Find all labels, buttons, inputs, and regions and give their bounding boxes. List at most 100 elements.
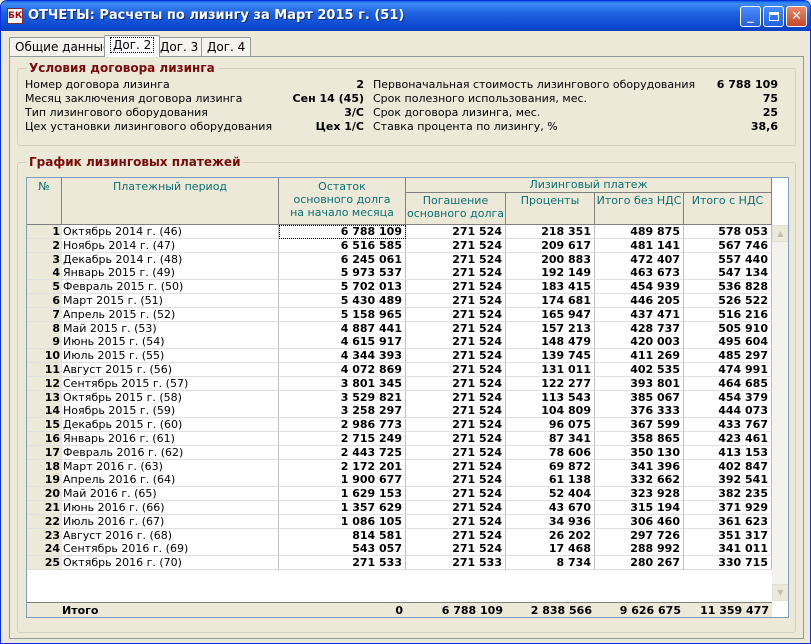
tab-contract-3[interactable]: Дог. 3: [154, 37, 205, 56]
row-total-no-vat[interactable]: 446 205: [595, 294, 684, 308]
row-repayment[interactable]: 271 524: [406, 487, 506, 502]
row-balance[interactable]: 5 430 489: [279, 294, 406, 308]
row-interest[interactable]: 165 947: [506, 307, 595, 322]
table-row[interactable]: 25 Октябрь 2016 г. (70) 271 533 271 533 8 73…: [27, 556, 772, 571]
row-total-vat[interactable]: 413 153: [684, 445, 772, 460]
table-row[interactable]: 4 Январь 2015 г. (49) 5 973 537 271 524 192 …: [27, 266, 772, 281]
header-num[interactable]: №: [27, 178, 62, 225]
row-balance[interactable]: 5 973 537: [279, 266, 406, 281]
row-repayment[interactable]: 271 524: [406, 321, 506, 336]
row-balance[interactable]: 3 801 345: [279, 376, 406, 391]
payment-grid[interactable]: № Платежный период Остаток основного дол…: [26, 177, 789, 618]
row-total-vat[interactable]: 382 235: [684, 487, 772, 502]
row-total-no-vat[interactable]: 489 875: [595, 225, 684, 239]
row-total-vat[interactable]: 557 440: [684, 252, 772, 267]
row-total-no-vat[interactable]: 332 662: [595, 473, 684, 488]
table-row[interactable]: 3 Декабрь 2014 г. (48) 6 245 061 271 524 200…: [27, 252, 772, 267]
row-interest[interactable]: 87 341: [506, 432, 595, 446]
table-row[interactable]: 12 Сентябрь 2015 г. (57) 3 801 345 271 524 1…: [27, 376, 772, 391]
table-row[interactable]: 14 Ноябрь 2015 г. (59) 3 258 297 271 524 104…: [27, 404, 772, 419]
tab-contract-4[interactable]: Дог. 4: [201, 37, 252, 56]
row-interest[interactable]: 43 670: [506, 501, 595, 515]
row-repayment[interactable]: 271 524: [406, 238, 506, 253]
scroll-down-button[interactable]: ▼: [772, 584, 788, 601]
row-total-vat[interactable]: 444 073: [684, 404, 772, 419]
header-interest[interactable]: Проценты: [506, 193, 595, 225]
table-row[interactable]: 19 Апрель 2016 г. (64) 1 900 677 271 524 61 …: [27, 473, 772, 488]
row-balance[interactable]: 4 072 869: [279, 363, 406, 377]
row-repayment[interactable]: 271 524: [406, 335, 506, 350]
row-repayment[interactable]: 271 524: [406, 432, 506, 446]
row-balance[interactable]: 4 615 917: [279, 335, 406, 350]
row-repayment[interactable]: 271 533: [406, 556, 506, 571]
row-total-no-vat[interactable]: 472 407: [595, 252, 684, 267]
row-interest[interactable]: 122 277: [506, 376, 595, 391]
row-total-vat[interactable]: 536 828: [684, 280, 772, 295]
row-interest[interactable]: 61 138: [506, 473, 595, 488]
row-total-vat[interactable]: 402 847: [684, 459, 772, 474]
table-row[interactable]: 22 Июль 2016 г. (67) 1 086 105 271 524 34 93…: [27, 514, 772, 529]
row-interest[interactable]: 104 809: [506, 404, 595, 419]
maximize-button[interactable]: [763, 6, 784, 27]
header-balance[interactable]: Остаток основного долга на начало месяца: [279, 178, 406, 225]
row-interest[interactable]: 183 415: [506, 280, 595, 295]
table-row[interactable]: 6 Март 2015 г. (51) 5 430 489 271 524 174 68…: [27, 294, 772, 308]
row-balance[interactable]: 271 533: [279, 556, 406, 571]
row-balance[interactable]: 1 629 153: [279, 487, 406, 502]
table-row[interactable]: 11 Август 2015 г. (56) 4 072 869 271 524 131…: [27, 363, 772, 377]
row-total-no-vat[interactable]: 367 599: [595, 418, 684, 433]
row-balance[interactable]: 3 529 821: [279, 390, 406, 405]
row-repayment[interactable]: 271 524: [406, 376, 506, 391]
row-repayment[interactable]: 271 524: [406, 363, 506, 377]
row-repayment[interactable]: 271 524: [406, 280, 506, 295]
row-total-vat[interactable]: 505 910: [684, 321, 772, 336]
row-repayment[interactable]: 271 524: [406, 349, 506, 364]
row-repayment[interactable]: 271 524: [406, 294, 506, 308]
row-total-no-vat[interactable]: 297 726: [595, 528, 684, 543]
row-interest[interactable]: 200 883: [506, 252, 595, 267]
tab-general[interactable]: Общие данные: [9, 37, 117, 56]
row-repayment[interactable]: 271 524: [406, 390, 506, 405]
row-interest[interactable]: 17 468: [506, 542, 595, 557]
row-balance[interactable]: 4 887 441: [279, 321, 406, 336]
row-interest[interactable]: 26 202: [506, 528, 595, 543]
header-repayment[interactable]: Погашение основного долга: [406, 193, 506, 225]
row-total-vat[interactable]: 567 746: [684, 238, 772, 253]
row-balance[interactable]: 1 086 105: [279, 514, 406, 529]
row-interest[interactable]: 69 872: [506, 459, 595, 474]
row-repayment[interactable]: 271 524: [406, 266, 506, 281]
header-total-vat[interactable]: Итого с НДС: [684, 193, 772, 225]
table-row[interactable]: 10 Июль 2015 г. (55) 4 344 393 271 524 139 7…: [27, 349, 772, 364]
header-total-no-vat[interactable]: Итого без НДС: [595, 193, 684, 225]
row-total-no-vat[interactable]: 481 141: [595, 238, 684, 253]
row-interest[interactable]: 52 404: [506, 487, 595, 502]
row-total-vat[interactable]: 454 379: [684, 390, 772, 405]
row-total-no-vat[interactable]: 411 269: [595, 349, 684, 364]
row-total-vat[interactable]: 361 623: [684, 514, 772, 529]
row-total-no-vat[interactable]: 428 737: [595, 321, 684, 336]
row-total-no-vat[interactable]: 402 535: [595, 363, 684, 377]
table-row[interactable]: 24 Сентябрь 2016 г. (69) 543 057 271 524 17 …: [27, 542, 772, 557]
row-repayment[interactable]: 271 524: [406, 514, 506, 529]
table-row[interactable]: 15 Декабрь 2015 г. (60) 2 986 773 271 524 96…: [27, 418, 772, 433]
row-repayment[interactable]: 271 524: [406, 501, 506, 515]
row-total-vat[interactable]: 392 541: [684, 473, 772, 488]
row-balance[interactable]: 6 245 061: [279, 252, 406, 267]
row-interest[interactable]: 78 606: [506, 445, 595, 460]
row-total-no-vat[interactable]: 341 396: [595, 459, 684, 474]
row-repayment[interactable]: 271 524: [406, 418, 506, 433]
scroll-up-button[interactable]: ▲: [772, 225, 788, 242]
row-interest[interactable]: 209 617: [506, 238, 595, 253]
row-total-vat[interactable]: 464 685: [684, 376, 772, 391]
row-total-no-vat[interactable]: 350 130: [595, 445, 684, 460]
row-repayment[interactable]: 271 524: [406, 473, 506, 488]
row-total-vat[interactable]: 547 134: [684, 266, 772, 281]
table-row[interactable]: 1 Октябрь 2014 г. (46) 6 788 109 271 524 218…: [27, 225, 772, 239]
row-repayment[interactable]: 271 524: [406, 252, 506, 267]
row-total-no-vat[interactable]: 393 801: [595, 376, 684, 391]
row-interest[interactable]: 157 213: [506, 321, 595, 336]
row-interest[interactable]: 218 351: [506, 225, 595, 239]
row-balance[interactable]: 4 344 393: [279, 349, 406, 364]
row-total-vat[interactable]: 433 767: [684, 418, 772, 433]
row-total-no-vat[interactable]: 358 865: [595, 432, 684, 446]
